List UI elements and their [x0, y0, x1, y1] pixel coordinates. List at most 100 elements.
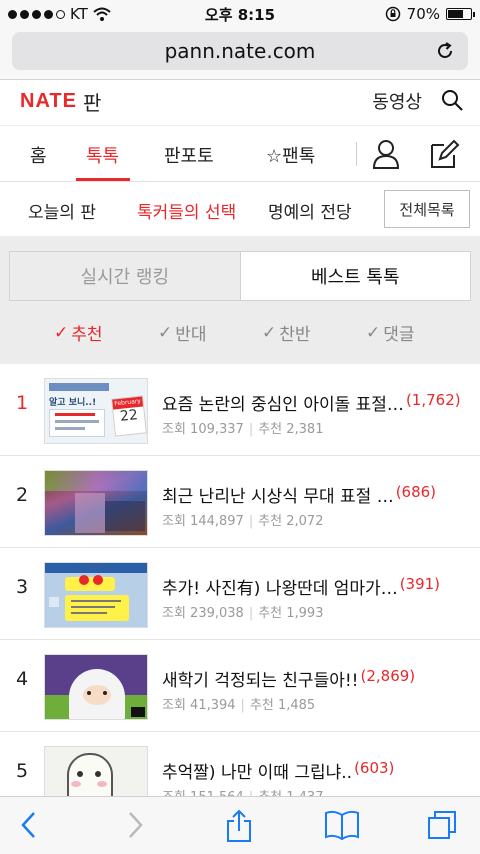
rotation-lock-icon	[385, 6, 400, 22]
post-title: 요즘 논란의 중심인 아이돌 표절…	[162, 395, 404, 415]
like-count: 추천 2,072	[258, 514, 324, 529]
filter-recommend[interactable]: ✓ 추천	[54, 320, 103, 346]
comment-count: (603)	[354, 759, 395, 777]
nate-logo[interactable]: NATE 판	[20, 87, 101, 116]
battery-icon	[446, 8, 475, 20]
post-meta: 조회 144,897 | 추천 2,072	[162, 510, 323, 529]
list-item[interactable]: 3 추가! 사진有) 나왕딴데 엄마가… (391) 조회 239,038 | 추천…	[0, 548, 480, 640]
active-tab-indicator	[76, 178, 130, 181]
post-rank: 5	[16, 760, 29, 782]
post-thumbnail	[44, 562, 148, 628]
sort-filters: ✓ 추천 ✓ 반대 ✓ 찬반 ✓ 댓글	[0, 320, 480, 346]
post-list: 1 알고 보니..! February 22 요즘 논란의 중심인 아이돌 표절…	[0, 364, 480, 824]
like-count: 추천 1,993	[258, 606, 324, 621]
check-icon: ✓	[262, 322, 277, 343]
logo-text: NATE	[20, 90, 77, 112]
tab-panphoto[interactable]: 판포토	[164, 142, 214, 168]
filter-label: 댓글	[383, 325, 415, 345]
address-bar[interactable]: pann.nate.com	[12, 32, 468, 70]
post-rank: 1	[16, 392, 29, 414]
ranking-controls: 실시간 랭킹 베스트 톡톡 ✓ 추천 ✓ 반대 ✓ 찬반 ✓ 댓글	[0, 236, 480, 364]
post-thumbnail	[44, 470, 148, 536]
main-nav: 홈 톡톡 판포토 ☆팬톡	[0, 126, 480, 182]
ranking-segment: 실시간 랭킹 베스트 톡톡	[9, 251, 471, 301]
tab-toktok[interactable]: 톡톡	[86, 142, 119, 168]
post-meta: 조회 41,394 | 추천 1,485	[162, 694, 315, 713]
back-icon[interactable]	[18, 809, 40, 841]
battery-percent: 70%	[406, 5, 440, 23]
post-title-row: 요즘 논란의 중심인 아이돌 표절… (1,762)	[162, 390, 478, 415]
status-bar: KT 오후 8:15 70%	[0, 0, 480, 28]
post-meta: 조회 239,038 | 추천 1,993	[162, 602, 323, 621]
tabs-icon[interactable]	[426, 809, 460, 841]
url-text: pann.nate.com	[164, 39, 316, 63]
nav-divider	[356, 142, 357, 166]
meta-divider: |	[248, 606, 254, 621]
subtab-today[interactable]: 오늘의 판	[28, 198, 96, 223]
section-name: 판	[82, 91, 102, 115]
thumb-caption: 알고 보니..!	[49, 398, 97, 408]
tab-fantok[interactable]: ☆팬톡	[266, 142, 315, 168]
segment-best[interactable]: 베스트 톡톡	[240, 252, 470, 300]
post-thumbnail	[44, 654, 148, 720]
status-right: 70%	[385, 5, 475, 23]
browser-address-area: pann.nate.com	[0, 28, 480, 80]
browser-toolbar	[0, 796, 480, 854]
post-title: 추억짤) 나만 이때 그립냐..	[162, 763, 353, 783]
post-title-row: 추가! 사진有) 나왕딴데 엄마가… (391)	[162, 574, 478, 599]
view-count: 조회 144,897	[162, 514, 244, 529]
like-count: 추천 2,381	[258, 422, 324, 437]
list-item[interactable]: 4 새학기 걱정되는 친구들아!! (2,869) 조회 41,394 | 추천 1…	[0, 640, 480, 732]
segment-realtime[interactable]: 실시간 랭킹	[10, 252, 241, 300]
post-thumbnail: 알고 보니..! February 22	[44, 378, 148, 444]
check-icon: ✓	[158, 322, 173, 343]
post-title: 새학기 걱정되는 친구들아!!	[162, 671, 359, 691]
bookmarks-icon[interactable]	[324, 809, 360, 841]
view-count: 조회 109,337	[162, 422, 244, 437]
list-item[interactable]: 1 알고 보니..! February 22 요즘 논란의 중심인 아이돌 표절…	[0, 364, 480, 456]
reload-icon[interactable]	[434, 40, 456, 62]
user-icon[interactable]	[372, 139, 400, 169]
share-icon[interactable]	[224, 809, 254, 843]
filter-comments[interactable]: ✓ 댓글	[366, 320, 415, 346]
meta-divider: |	[248, 422, 254, 437]
meta-divider: |	[240, 698, 245, 713]
tab-home[interactable]: 홈	[30, 142, 47, 168]
subtab-talkers-choice[interactable]: 톡커들의 선택	[137, 198, 236, 223]
comment-count: (2,869)	[360, 667, 416, 685]
all-list-button[interactable]: 전체목록	[384, 190, 470, 228]
list-item[interactable]: 2 최근 난리난 시상식 무대 표절 … (686) 조회 144,897 | 추천…	[0, 456, 480, 548]
post-rank: 4	[16, 668, 29, 690]
check-icon: ✓	[366, 322, 381, 343]
meta-divider: |	[248, 514, 254, 529]
battery-fill	[448, 10, 464, 18]
subtab-hall-of-fame[interactable]: 명예의 전당	[268, 198, 352, 223]
post-title: 최근 난리난 시상식 무대 표절 …	[162, 487, 394, 507]
post-title-row: 추억짤) 나만 이때 그립냐.. (603)	[162, 758, 478, 783]
post-rank: 3	[16, 576, 29, 598]
filter-label: 반대	[175, 325, 207, 345]
edit-icon[interactable]	[428, 139, 460, 169]
filter-oppose[interactable]: ✓ 반대	[158, 320, 207, 346]
site-header: NATE 판 동영상	[0, 80, 480, 126]
search-icon[interactable]	[440, 88, 464, 112]
comment-count: (391)	[399, 575, 441, 593]
post-meta: 조회 109,337 | 추천 2,381	[162, 418, 323, 437]
sub-nav: 오늘의 판 톡커들의 선택 명예의 전당 전체목록	[0, 182, 480, 236]
view-count: 조회 41,394	[162, 698, 236, 713]
video-link[interactable]: 동영상	[372, 88, 422, 114]
comment-count: (1,762)	[405, 391, 461, 409]
forward-icon[interactable]	[124, 809, 146, 841]
post-title-row: 새학기 걱정되는 친구들아!! (2,869)	[162, 666, 478, 691]
filter-pros-cons[interactable]: ✓ 찬반	[262, 320, 311, 346]
post-title: 추가! 사진有) 나왕딴데 엄마가…	[162, 579, 398, 599]
check-icon: ✓	[54, 322, 69, 343]
thumb-day: 22	[119, 407, 139, 425]
like-count: 추천 1,485	[249, 698, 316, 713]
filter-label: 추천	[71, 325, 103, 345]
post-title-row: 최근 난리난 시상식 무대 표절 … (686)	[162, 482, 478, 507]
filter-label: 찬반	[279, 325, 311, 345]
post-rank: 2	[16, 484, 29, 506]
comment-count: (686)	[395, 483, 437, 501]
view-count: 조회 239,038	[162, 606, 244, 621]
